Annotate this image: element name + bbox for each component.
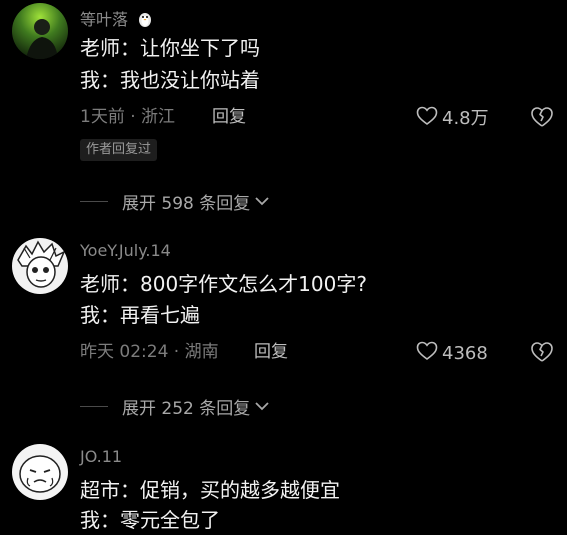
like-count: 4.8万 bbox=[442, 108, 489, 129]
like-button[interactable]: 4.8万 bbox=[416, 106, 489, 132]
divider bbox=[80, 201, 108, 202]
comment-line: 我：零元全包了 bbox=[80, 508, 220, 532]
broken-heart-icon bbox=[530, 107, 554, 132]
comment-time-location: 1天前 · 浙江 bbox=[80, 107, 176, 127]
expand-replies-button[interactable]: 展开 598 条回复 bbox=[80, 189, 270, 214]
dislike-button[interactable] bbox=[530, 341, 554, 367]
like-count: 4368 bbox=[442, 343, 488, 364]
like-button[interactable]: 4368 bbox=[416, 341, 488, 367]
avatar[interactable] bbox=[12, 238, 68, 294]
username[interactable]: JO.11 bbox=[80, 447, 122, 466]
comment-time-location: 昨天 02:24 · 湖南 bbox=[80, 342, 219, 362]
reply-button[interactable]: 回复 bbox=[254, 341, 288, 363]
comment-item: 等叶落 老师：让你坐下了吗 我：我也没让你站着 1天前 · 浙江 回复 4.8万 bbox=[0, 0, 567, 218]
dislike-button[interactable] bbox=[530, 106, 554, 132]
author-replied-badge: 作者回复过 bbox=[80, 139, 158, 161]
username[interactable]: YoeY.July.14 bbox=[80, 241, 171, 260]
expand-replies-label: 展开 252 条回复 bbox=[122, 399, 251, 419]
divider bbox=[80, 406, 108, 407]
avatar[interactable] bbox=[12, 444, 68, 500]
avatar[interactable] bbox=[12, 3, 68, 59]
comment-line: 老师：让你坐下了吗 bbox=[80, 36, 260, 60]
broken-heart-icon bbox=[530, 342, 554, 367]
comment-item: YoeY.July.14 老师：800字作文怎么才100字? 我：再看七遍 昨天… bbox=[0, 236, 567, 426]
comment-line: 超市：促销，买的越多越便宜 bbox=[80, 478, 340, 502]
username[interactable]: 等叶落 bbox=[80, 6, 153, 31]
chevron-down-icon bbox=[254, 192, 270, 212]
comment-item: JO.11 超市：促销，买的越多越便宜 我：零元全包了 bbox=[0, 442, 567, 535]
penguin-icon bbox=[137, 11, 153, 31]
heart-outline-icon bbox=[416, 341, 438, 367]
chevron-down-icon bbox=[254, 397, 270, 417]
heart-outline-icon bbox=[416, 106, 438, 132]
comment-list: 等叶落 老师：让你坐下了吗 我：我也没让你站着 1天前 · 浙江 回复 4.8万 bbox=[0, 0, 567, 535]
expand-replies-button[interactable]: 展开 252 条回复 bbox=[80, 394, 270, 419]
comment-line: 我：我也没让你站着 bbox=[80, 68, 260, 92]
comment-line: 我：再看七遍 bbox=[80, 303, 200, 327]
expand-replies-label: 展开 598 条回复 bbox=[122, 194, 251, 214]
comment-line: 老师：800字作文怎么才100字? bbox=[80, 272, 367, 296]
reply-button[interactable]: 回复 bbox=[212, 106, 246, 128]
